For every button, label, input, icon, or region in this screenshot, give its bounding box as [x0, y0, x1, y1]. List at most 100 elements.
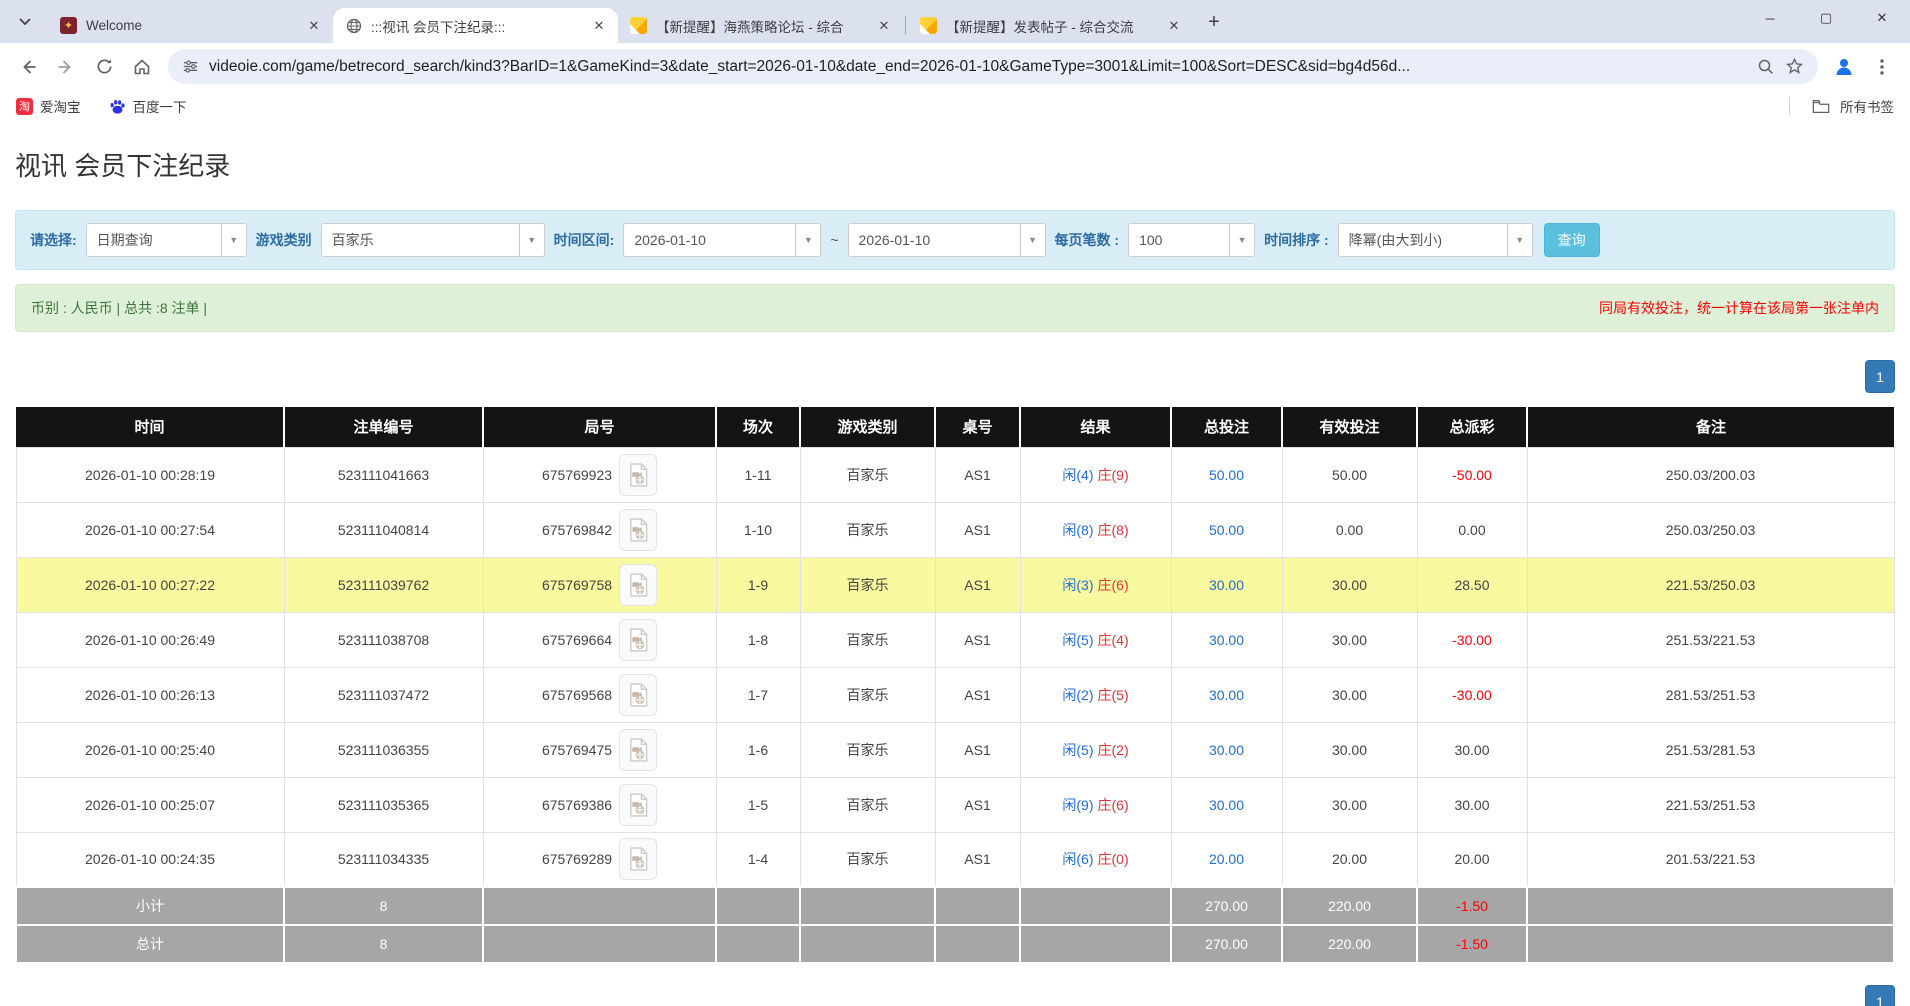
page-1-button[interactable]: 1	[1865, 985, 1895, 1006]
result-banker: 庄(6)	[1098, 577, 1129, 593]
cell-payout: 30.00	[1417, 777, 1527, 832]
video-replay-button[interactable]	[619, 784, 657, 826]
url-text: videoie.com/game/betrecord_search/kind3?…	[209, 58, 1747, 76]
cell-bet-id: 523111036355	[284, 722, 483, 777]
table-header: 时间注单编号局号场次游戏类别桌号结果总投注有效投注总派彩备注	[16, 407, 1894, 447]
tab-close-icon[interactable]: ✕	[590, 17, 608, 35]
cell-total-bet[interactable]: 30.00	[1171, 612, 1282, 667]
page-size-select[interactable]: 100 ▼	[1128, 223, 1255, 257]
home-button[interactable]	[124, 49, 160, 85]
bookmark-star-icon[interactable]	[1785, 57, 1804, 76]
minimize-button[interactable]: ─	[1742, 0, 1798, 36]
cell-total-bet[interactable]: 30.00	[1171, 667, 1282, 722]
empty-cell	[1020, 887, 1171, 925]
chevron-down-icon: ▼	[221, 224, 246, 256]
summary-payout: -1.50	[1417, 925, 1527, 963]
video-replay-button[interactable]	[619, 619, 657, 661]
bookmark-baidu[interactable]: 百度一下	[109, 96, 187, 116]
date-start-select[interactable]: 2026-01-10 ▼	[623, 223, 821, 257]
tab-title: :::视讯 会员下注纪录:::	[371, 16, 581, 36]
bookmark-taobao[interactable]: 淘 爱淘宝	[16, 96, 81, 116]
profile-avatar[interactable]	[1826, 49, 1862, 85]
date-range-label: 时间区间:	[554, 230, 615, 250]
video-replay-button[interactable]	[619, 564, 657, 606]
result-banker: 庄(0)	[1098, 851, 1129, 867]
all-bookmarks[interactable]: 所有书签	[1789, 96, 1894, 116]
cell-result: 闲(5)庄(4)	[1020, 612, 1171, 667]
summary-label: 总计	[16, 925, 284, 963]
menu-button[interactable]	[1864, 49, 1900, 85]
video-replay-button[interactable]	[619, 509, 657, 551]
chevron-down-icon: ▼	[1507, 224, 1532, 256]
cell-game-type: 百家乐	[800, 612, 935, 667]
cell-round-id: 675769923	[483, 447, 716, 502]
maximize-button[interactable]: ▢	[1798, 0, 1854, 36]
column-header: 时间	[16, 407, 284, 447]
search-button[interactable]: 查询	[1544, 223, 1600, 257]
date-end-select[interactable]: 2026-01-10 ▼	[848, 223, 1046, 257]
cell-total-bet[interactable]: 30.00	[1171, 722, 1282, 777]
back-button[interactable]	[10, 49, 46, 85]
summary-valid-bet: 220.00	[1282, 887, 1417, 925]
tab-forum-haiyan[interactable]: 【新提醒】海燕策略论坛 - 综合 ✕	[618, 8, 903, 43]
cell-total-bet[interactable]: 30.00	[1171, 777, 1282, 832]
page-content: 视讯 会员下注纪录 请选择: 日期查询 ▼ 游戏类别 百家乐 ▼ 时间区间: 2…	[0, 150, 1910, 1006]
result-banker: 庄(4)	[1098, 632, 1129, 648]
round-number: 675769923	[542, 467, 612, 483]
result-banker: 庄(6)	[1098, 797, 1129, 813]
cell-note: 281.53/251.53	[1527, 667, 1894, 722]
cell-game-type: 百家乐	[800, 832, 935, 887]
close-button[interactable]: ✕	[1854, 0, 1910, 36]
video-replay-button[interactable]	[619, 674, 657, 716]
cell-valid-bet: 0.00	[1282, 502, 1417, 557]
game-category-label: 游戏类别	[256, 230, 312, 250]
video-replay-button[interactable]	[619, 838, 657, 880]
tab-title: 【新提醒】发表帖子 - 综合交流	[946, 16, 1156, 36]
cell-result: 闲(4)庄(9)	[1020, 447, 1171, 502]
tab-welcome[interactable]: ✦ Welcome ✕	[48, 8, 333, 43]
column-header: 局号	[483, 407, 716, 447]
cell-valid-bet: 30.00	[1282, 612, 1417, 667]
column-header: 桌号	[935, 407, 1020, 447]
address-bar[interactable]: videoie.com/game/betrecord_search/kind3?…	[168, 49, 1818, 84]
kebab-menu-icon	[1880, 59, 1884, 75]
cell-total-bet[interactable]: 50.00	[1171, 502, 1282, 557]
cell-time: 2026-01-10 00:24:35	[16, 832, 284, 887]
chevron-down-icon	[19, 18, 31, 26]
zoom-icon[interactable]	[1757, 58, 1775, 76]
tab-close-icon[interactable]: ✕	[1165, 17, 1183, 35]
cell-bet-id: 523111035365	[284, 777, 483, 832]
tab-search-button[interactable]	[10, 7, 40, 37]
cell-payout: -50.00	[1417, 447, 1527, 502]
reload-button[interactable]	[86, 49, 122, 85]
cell-session: 1-5	[716, 777, 800, 832]
tab-close-icon[interactable]: ✕	[875, 17, 893, 35]
game-category-select[interactable]: 百家乐 ▼	[321, 223, 545, 257]
column-header: 注单编号	[284, 407, 483, 447]
valid-bet-notice: 同局有效投注，统一计算在该局第一张注单内	[1599, 298, 1879, 318]
page-1-button[interactable]: 1	[1865, 360, 1895, 393]
forward-button[interactable]	[48, 49, 84, 85]
sort-order-select[interactable]: 降幂(由大到小) ▼	[1338, 223, 1533, 257]
currency-summary: 币别 : 人民币 | 总共 :8 注单 |	[31, 298, 207, 318]
video-replay-button[interactable]	[619, 454, 657, 496]
video-icon	[628, 463, 649, 487]
date-start-value: 2026-01-10	[624, 224, 795, 256]
cell-total-bet[interactable]: 20.00	[1171, 832, 1282, 887]
column-header: 总投注	[1171, 407, 1282, 447]
taobao-icon: 淘	[16, 98, 33, 115]
chevron-down-icon: ▼	[795, 224, 820, 256]
query-type-select[interactable]: 日期查询 ▼	[86, 223, 247, 257]
cell-session: 1-11	[716, 447, 800, 502]
new-tab-button[interactable]: +	[1199, 7, 1229, 37]
cell-total-bet[interactable]: 50.00	[1171, 447, 1282, 502]
video-replay-button[interactable]	[619, 729, 657, 771]
round-number: 675769842	[542, 522, 612, 538]
filter-panel: 请选择: 日期查询 ▼ 游戏类别 百家乐 ▼ 时间区间: 2026-01-10 …	[15, 210, 1895, 270]
tab-bet-records[interactable]: :::视讯 会员下注纪录::: ✕	[333, 8, 618, 43]
total-row: 总计8270.00220.00-1.50	[16, 925, 1894, 963]
tab-close-icon[interactable]: ✕	[305, 17, 323, 35]
tab-forum-post[interactable]: 【新提醒】发表帖子 - 综合交流 ✕	[908, 8, 1193, 43]
cell-total-bet[interactable]: 30.00	[1171, 557, 1282, 612]
table-row: 2026-01-10 00:25:40523111036355675769475…	[16, 722, 1894, 777]
